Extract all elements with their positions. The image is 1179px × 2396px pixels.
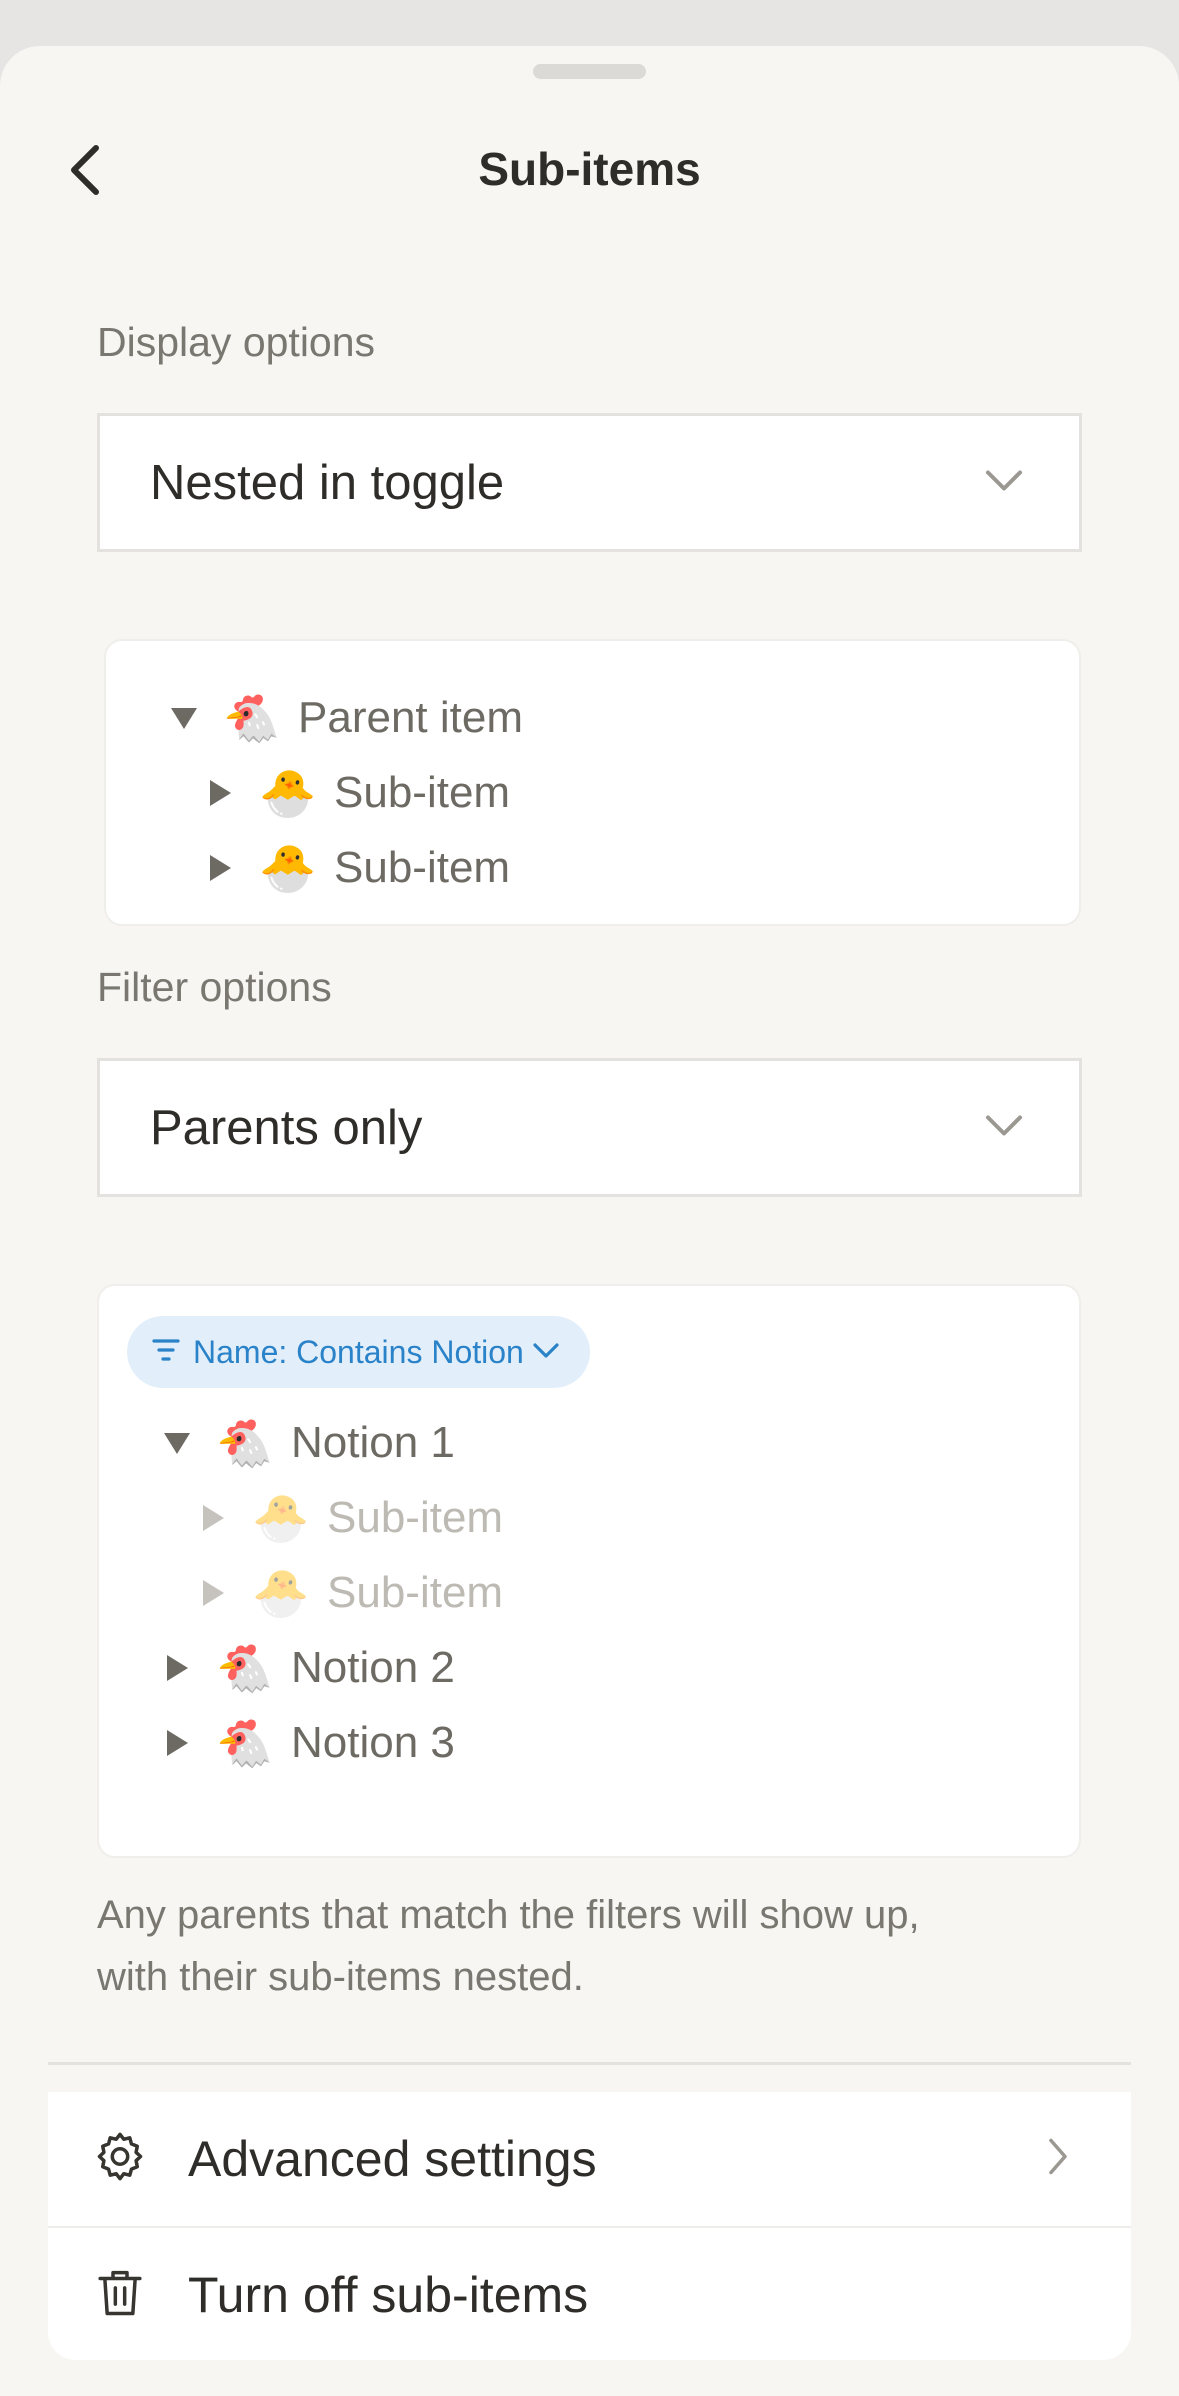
triangle-right-icon (159, 1650, 195, 1686)
divider (48, 2062, 1131, 2065)
filter-icon (151, 1338, 181, 1367)
hatching-chick-icon: 🐣 (259, 767, 317, 819)
tree-item-label: Sub-item (327, 1568, 504, 1617)
bottom-sheet: Sub-items Display options Nested in togg… (0, 46, 1179, 2396)
triangle-right-icon (202, 850, 238, 886)
settings-menu: Advanced settings Turn off sub-items (48, 2092, 1131, 2360)
sheet-grabber[interactable] (533, 64, 646, 79)
filter-options-label: Filter options (97, 964, 332, 1010)
gear-icon (92, 2129, 148, 2190)
chevron-right-icon (1047, 2137, 1069, 2182)
display-preview-card: 🐔 Parent item 🐣 Sub-item 🐣 Sub-item (104, 639, 1081, 926)
display-options-select[interactable]: Nested in toggle (97, 413, 1082, 552)
tree-item-label: Parent item (298, 693, 523, 742)
tree-row: 🐣 Sub-item (195, 1558, 503, 1628)
chevron-down-icon (984, 467, 1024, 498)
triangle-right-icon (195, 1575, 231, 1611)
tree-row: 🐣 Sub-item (202, 758, 510, 828)
tree-row: 🐔 Parent item (166, 683, 523, 753)
triangle-down-icon (159, 1425, 195, 1461)
chevron-down-icon (532, 1341, 560, 1364)
display-options-value: Nested in toggle (150, 455, 505, 510)
hatching-chick-icon: 🐣 (252, 1492, 310, 1544)
filter-preview-card: Name: Contains Notion 🐔 Notion 1 🐣 Sub-i… (97, 1284, 1081, 1858)
page-title: Sub-items (478, 143, 701, 195)
rooster-icon: 🐔 (216, 1642, 274, 1694)
help-line: with their sub-items nested. (97, 1955, 584, 1999)
tree-row: 🐔 Notion 2 (159, 1633, 455, 1703)
tree-item-label: Notion 2 (291, 1643, 455, 1692)
triangle-right-icon (195, 1500, 231, 1536)
tree-row: 🐣 Sub-item (195, 1483, 503, 1553)
tree-row: 🐔 Notion 1 (159, 1408, 455, 1478)
tree-item-label: Sub-item (327, 1493, 504, 1542)
display-options-label: Display options (97, 319, 376, 365)
filter-chip-label: Name: Contains Notion (193, 1333, 524, 1370)
rooster-icon: 🐔 (223, 692, 281, 744)
tree-item-label: Notion 3 (291, 1718, 455, 1767)
trash-icon (92, 2265, 148, 2326)
tree-row: 🐔 Notion 3 (159, 1708, 455, 1778)
triangle-down-icon (166, 700, 202, 736)
help-line: Any parents that match the filters will … (97, 1893, 920, 1937)
hatching-chick-icon: 🐣 (259, 842, 317, 894)
tree-row: 🐣 Sub-item (202, 833, 510, 903)
rooster-icon: 🐔 (216, 1417, 274, 1469)
turn-off-sub-items-button[interactable]: Turn off sub-items (48, 2228, 1131, 2360)
turn-off-sub-items-label: Turn off sub-items (188, 2267, 589, 2323)
tree-item-label: Notion 1 (291, 1418, 455, 1467)
rooster-icon: 🐔 (216, 1717, 274, 1769)
hatching-chick-icon: 🐣 (252, 1567, 310, 1619)
tree-item-label: Sub-item (334, 843, 511, 892)
triangle-right-icon (159, 1725, 195, 1761)
filter-help-text: Any parents that match the filters will … (97, 1884, 1057, 2008)
advanced-settings-label: Advanced settings (188, 2131, 597, 2187)
advanced-settings-button[interactable]: Advanced settings (48, 2092, 1131, 2226)
filter-options-select[interactable]: Parents only (97, 1058, 1082, 1197)
filter-options-value: Parents only (150, 1100, 423, 1155)
chevron-down-icon (984, 1112, 1024, 1143)
triangle-right-icon (202, 775, 238, 811)
filter-chip[interactable]: Name: Contains Notion (127, 1316, 590, 1388)
tree-item-label: Sub-item (334, 768, 511, 817)
